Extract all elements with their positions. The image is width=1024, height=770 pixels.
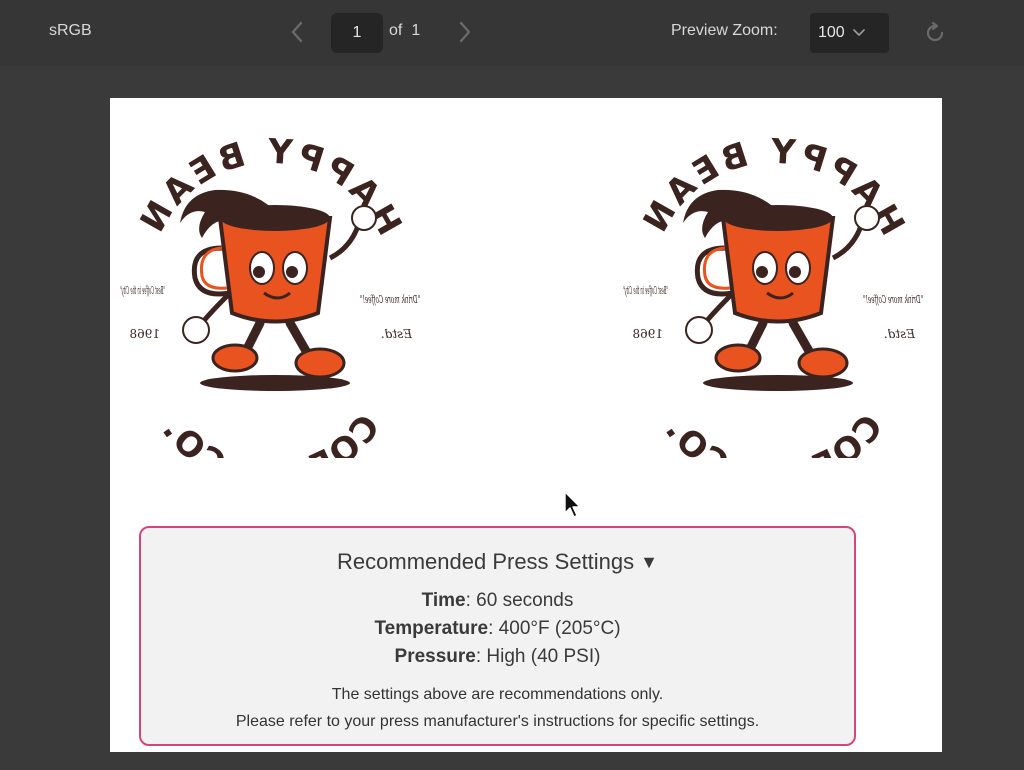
page-number-input[interactable]: 1 [331,13,383,53]
reset-icon [926,21,944,42]
chevron-left-icon [291,21,303,43]
logo-right-script: "Drink more Coffee!" [863,293,923,306]
setting-temperature: Temperature: 400°F (205°C) [141,615,854,643]
logo-bottom-text: COFFEE CO. [152,408,389,458]
settings-title: Recommended Press Settings [337,549,635,574]
logo-year: 1968 [632,327,663,341]
time-value: : 60 seconds [465,590,574,611]
logo-est: Estd. [381,327,413,341]
pressure-value: : High (40 PSI) [475,646,601,667]
color-space-label: sRGB [49,22,92,39]
caret-down-icon: ▼ [640,551,658,572]
logo-right-script: "Drink more Coffee!" [360,293,420,306]
settings-note-1: The settings above are recommendations o… [331,686,664,703]
logo-left-script: "Best Coffee in the City" [623,284,668,297]
page-count: of 1 [389,22,420,40]
logo-est: Estd. [884,327,916,341]
zoom-value: 100 [818,24,845,41]
logo-bottom-text: COFFEE CO. [655,408,892,458]
time-label: Time [421,590,466,611]
settings-note-2: Please refer to your press manufacturer'… [235,713,760,730]
chevron-down-icon [852,29,865,37]
pressure-label: Pressure [394,646,476,667]
happy-bean-logo-right: HAPPY BEAN COFFEE CO. [623,131,923,458]
mouse-cursor-icon [564,491,581,518]
page-total: 1 [411,22,421,39]
previous-page-button[interactable] [286,18,308,46]
logo-left-script: "Best Coffee in the City" [120,284,165,297]
logo-year: 1968 [129,327,160,341]
preview-zoom-select[interactable]: 100 [810,13,889,53]
temperature-value: : 400°F (205°C) [488,618,621,639]
chevron-right-icon [459,21,471,43]
page-of-label: of [389,22,403,39]
setting-time: Time: 60 seconds [141,587,854,615]
setting-pressure: Pressure: High (40 PSI) [141,643,854,671]
preview-page: HAPPY BEAN COFFEE CO. [110,98,942,752]
temperature-label: Temperature [374,618,489,639]
preview-zoom-label: Preview Zoom: [671,22,778,39]
svg-text:COFFEE CO.: COFFEE CO. [152,408,389,458]
happy-bean-logo-left: HAPPY BEAN COFFEE CO. [120,131,420,458]
preview-toolbar: sRGB 1 of 1 Preview Zoom: 100 [0,0,1024,66]
reset-button[interactable] [921,19,949,47]
print-preview-window: sRGB 1 of 1 Preview Zoom: 100 HAPPY BEAN… [0,0,1024,770]
recommended-press-settings-panel: Recommended Press Settings ▼ Time: 60 se… [139,526,856,746]
next-page-button[interactable] [454,18,476,46]
settings-toggle[interactable]: Recommended Press Settings ▼ [337,549,658,575]
svg-text:COFFEE CO.: COFFEE CO. [655,408,892,458]
